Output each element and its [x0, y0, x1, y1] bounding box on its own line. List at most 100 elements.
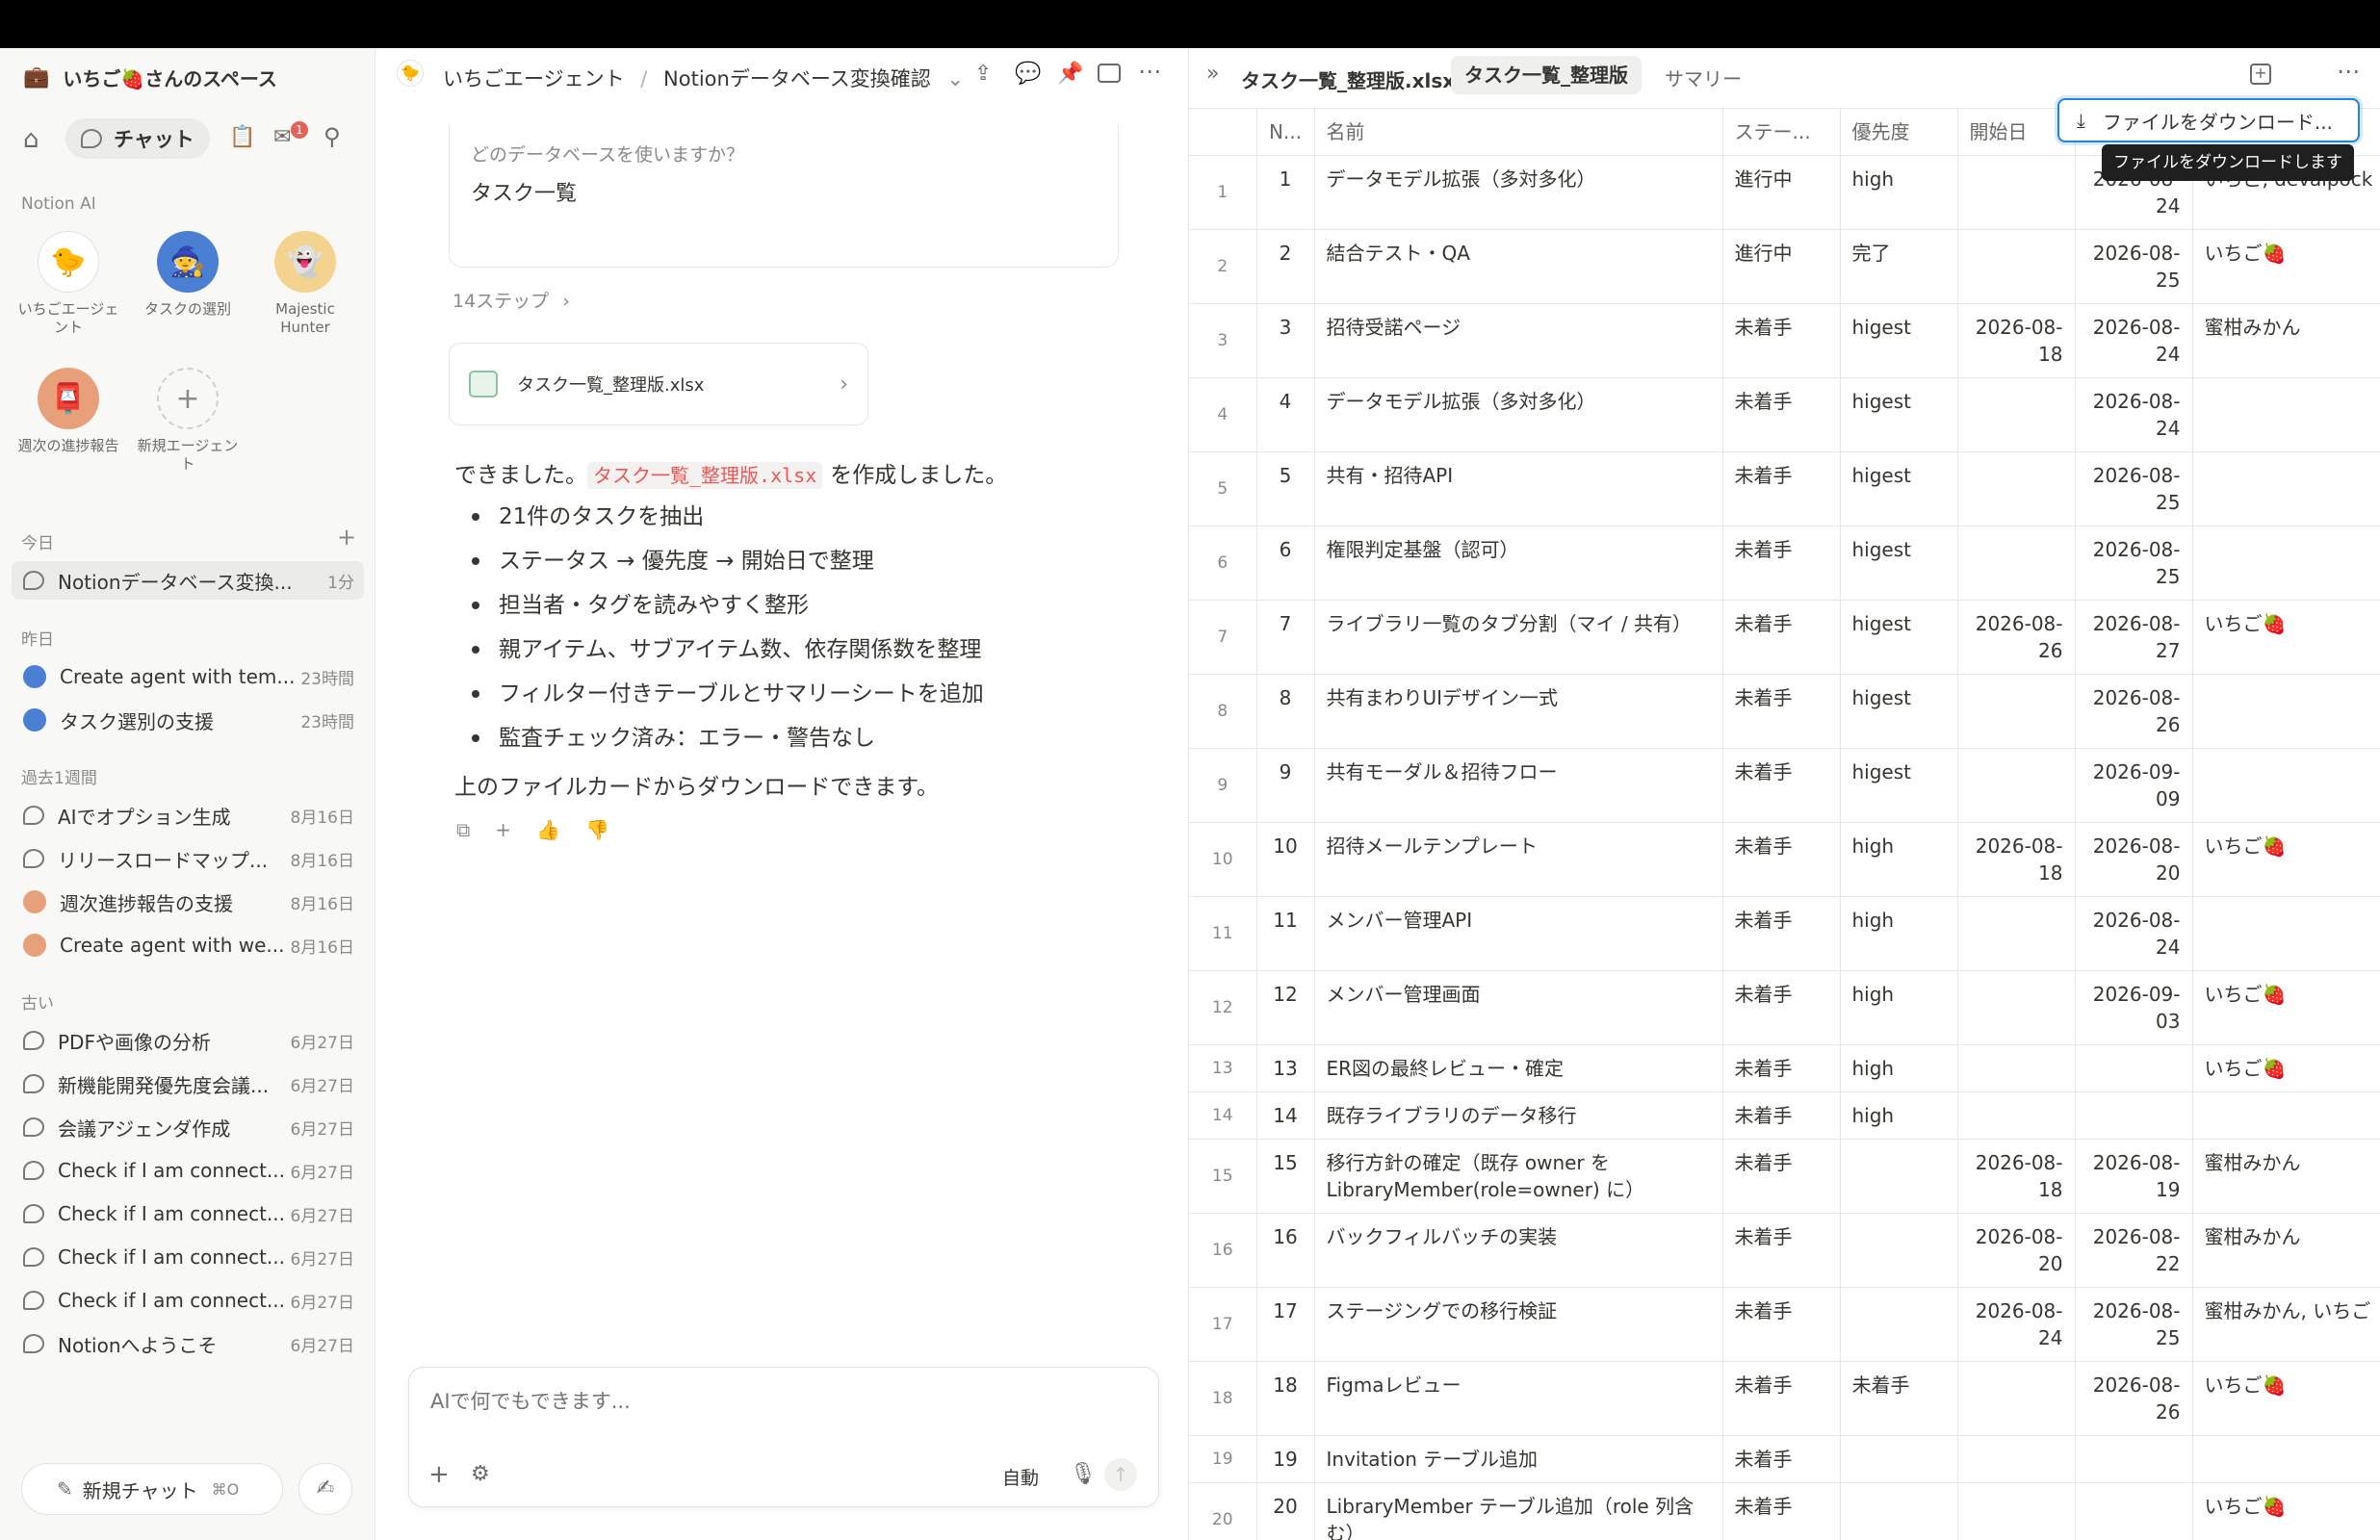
cell-owner[interactable]: 蜜柑みかん: [2191, 1213, 2380, 1288]
table-row[interactable]: 15 15 移行方針の確定（既存 owner を LibraryMember(rol…: [1189, 1139, 2380, 1214]
cell-status[interactable]: 未着手: [1721, 1091, 1841, 1140]
compose-icon[interactable]: ✍: [298, 1463, 352, 1515]
cell-name[interactable]: ER図の最終レビュー・確定: [1313, 1044, 1723, 1092]
cell-priority[interactable]: [1839, 1482, 1958, 1540]
meeting-notes-icon[interactable]: 📋: [229, 125, 255, 149]
cell-number[interactable]: 19: [1255, 1435, 1315, 1483]
cell-status[interactable]: 未着手: [1721, 600, 1841, 675]
cell-due-date[interactable]: 2026-08-25: [2074, 451, 2193, 526]
cell-start-date[interactable]: [1956, 451, 2076, 526]
cell-priority[interactable]: 未着手: [1839, 1361, 1958, 1436]
cell-owner[interactable]: 蜜柑みかん, いちご: [2191, 1287, 2380, 1362]
comment-icon[interactable]: 💬: [1015, 62, 1041, 86]
cell-start-date[interactable]: 2026-08-18: [1956, 303, 2076, 378]
cell-number[interactable]: 20: [1255, 1482, 1315, 1540]
chat-item-old[interactable]: Check if I am connect... 6月27日: [12, 1281, 364, 1320]
cell-start-date[interactable]: 2026-08-18: [1956, 822, 2076, 897]
settings-sliders-icon[interactable]: ⚙: [471, 1462, 490, 1486]
column-header[interactable]: N...: [1255, 108, 1315, 156]
cell-number[interactable]: 1: [1255, 155, 1315, 230]
chat-item-old[interactable]: Check if I am connect... 6月27日: [12, 1151, 364, 1190]
row-number[interactable]: 7: [1189, 600, 1257, 675]
row-number[interactable]: 19: [1189, 1435, 1257, 1483]
cell-number[interactable]: 18: [1255, 1361, 1315, 1436]
share-icon[interactable]: ⇪: [974, 62, 992, 86]
cell-number[interactable]: 5: [1255, 451, 1315, 526]
table-row[interactable]: 8 8 共有まわりUIデザイン一式 未着手 higest 2026-08-26: [1189, 674, 2380, 749]
row-number[interactable]: 10: [1189, 822, 1257, 897]
table-row[interactable]: 12 12 メンバー管理画面 未着手 high 2026-09-03 いちご🍓: [1189, 970, 2380, 1045]
cell-priority[interactable]: high: [1839, 155, 1958, 230]
table-row[interactable]: 11 11 メンバー管理API 未着手 high 2026-08-24: [1189, 896, 2380, 971]
cell-number[interactable]: 8: [1255, 674, 1315, 749]
workspace-switcher[interactable]: 💼 いちご🍓さんのスペース: [23, 64, 277, 91]
attach-plus-icon[interactable]: +: [428, 1460, 450, 1489]
cell-owner[interactable]: いちご🍓: [2191, 600, 2380, 675]
cell-owner[interactable]: いちご🍓: [2191, 229, 2380, 304]
cell-name[interactable]: 結合テスト・QA: [1313, 229, 1723, 304]
cell-priority[interactable]: higest: [1839, 451, 1958, 526]
tab-sheet-main[interactable]: タスク一覧_整理版: [1451, 56, 1642, 94]
cell-due-date[interactable]: 2026-08-24: [2074, 377, 2193, 452]
open-in-new-icon[interactable]: +: [2250, 64, 2271, 85]
cell-status[interactable]: 未着手: [1721, 674, 1841, 749]
cell-due-date[interactable]: [2074, 1482, 2193, 1540]
cell-owner[interactable]: [2191, 451, 2380, 526]
cell-number[interactable]: 16: [1255, 1213, 1315, 1288]
cell-start-date[interactable]: [1956, 377, 2076, 452]
cell-status[interactable]: 未着手: [1721, 377, 1841, 452]
cell-owner[interactable]: [2191, 1435, 2380, 1483]
cell-status[interactable]: 未着手: [1721, 1044, 1841, 1092]
cell-start-date[interactable]: [1956, 748, 2076, 823]
cell-owner[interactable]: いちご🍓: [2191, 1482, 2380, 1540]
row-number[interactable]: 13: [1189, 1044, 1257, 1092]
cell-due-date[interactable]: [2074, 1435, 2193, 1483]
cell-priority[interactable]: higest: [1839, 303, 1958, 378]
table-row[interactable]: 14 14 既存ライブラリのデータ移行 未着手 high: [1189, 1091, 2380, 1140]
cell-owner[interactable]: 蜜柑みかん: [2191, 1139, 2380, 1214]
cell-start-date[interactable]: [1956, 526, 2076, 601]
cell-name[interactable]: 招待メールテンプレート: [1313, 822, 1723, 897]
agent-majestic-hunter[interactable]: 👻 Majestic Hunter: [252, 231, 358, 337]
cell-start-date[interactable]: 2026-08-26: [1956, 600, 2076, 675]
cell-start-date[interactable]: [1956, 896, 2076, 971]
cell-owner[interactable]: 蜜柑みかん: [2191, 303, 2380, 378]
cell-number[interactable]: 12: [1255, 970, 1315, 1045]
panel-toggle-icon[interactable]: [1098, 64, 1121, 83]
cell-name[interactable]: データモデル拡張（多対多化）: [1313, 377, 1723, 452]
home-icon[interactable]: ⌂: [23, 125, 39, 154]
cell-due-date[interactable]: 2026-08-27: [2074, 600, 2193, 675]
cell-name[interactable]: 招待受諾ページ: [1313, 303, 1723, 378]
table-row[interactable]: 7 7 ライブラリ一覧のタブ分割（マイ / 共有） 未着手 higest 2026-08-…: [1189, 600, 2380, 675]
cell-number[interactable]: 15: [1255, 1139, 1315, 1214]
cell-due-date[interactable]: 2026-08-25: [2074, 229, 2193, 304]
cell-owner[interactable]: [2191, 674, 2380, 749]
column-header[interactable]: ステー...: [1721, 108, 1841, 156]
cell-name[interactable]: Invitation テーブル追加: [1313, 1435, 1723, 1483]
cell-priority[interactable]: higest: [1839, 526, 1958, 601]
cell-owner[interactable]: [2191, 377, 2380, 452]
cell-owner[interactable]: いちご🍓: [2191, 822, 2380, 897]
cell-owner[interactable]: いちご🍓: [2191, 1361, 2380, 1436]
file-card[interactable]: タスク一覧_整理版.xlsx ›: [449, 343, 868, 425]
collapse-panel-icon[interactable]: »: [1206, 62, 1219, 86]
cell-priority[interactable]: high: [1839, 822, 1958, 897]
cell-due-date[interactable]: [2074, 1044, 2193, 1092]
agent-weekly-report[interactable]: 📮 週次の進捗報告: [15, 368, 121, 455]
column-header[interactable]: 名前: [1313, 108, 1723, 156]
cell-priority[interactable]: high: [1839, 896, 1958, 971]
chat-item-today[interactable]: Notionデータベース変換... 1分: [12, 561, 364, 600]
chat-item-old[interactable]: 新機能開発優先度会議... 6月27日: [12, 1065, 364, 1103]
chat-item-week[interactable]: AIでオプション生成 8月16日: [12, 796, 364, 834]
cell-start-date[interactable]: 2026-08-20: [1956, 1213, 2076, 1288]
table-row[interactable]: 2 2 結合テスト・QA 進行中 完了 2026-08-25 いちご🍓: [1189, 229, 2380, 304]
cell-status[interactable]: 未着手: [1721, 1287, 1841, 1362]
new-chat-button[interactable]: ✎ 新規チャット ⌘O: [21, 1463, 283, 1515]
cell-start-date[interactable]: 2026-08-24: [1956, 1287, 2076, 1362]
cell-due-date[interactable]: 2026-08-26: [2074, 1361, 2193, 1436]
cell-name[interactable]: Figmaレビュー: [1313, 1361, 1723, 1436]
cell-due-date[interactable]: 2026-08-19: [2074, 1139, 2193, 1214]
cell-number[interactable]: 2: [1255, 229, 1315, 304]
send-arrow-icon[interactable]: ↑: [1104, 1458, 1137, 1491]
table-row[interactable]: 16 16 バックフィルバッチの実装 未着手 2026-08-20 2026-08-22 蜜…: [1189, 1213, 2380, 1288]
